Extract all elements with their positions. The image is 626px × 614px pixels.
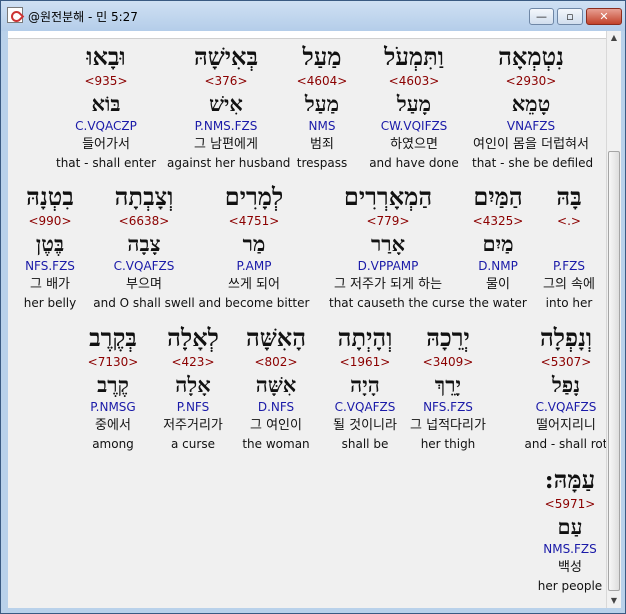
korean-gloss: 여인이 몸을 더럽혀서	[473, 137, 589, 152]
hebrew-root: עַם	[557, 514, 583, 539]
hebrew-word: הַמַּיִם	[473, 182, 523, 211]
hebrew-root: נָפַל	[551, 372, 581, 397]
english-gloss: among	[92, 437, 134, 451]
korean-gloss: 백성	[558, 560, 582, 575]
word-block[interactable]: עַמָּהּ: <5971> עַם NMS.FZS 백성 her people	[511, 464, 606, 594]
word-block[interactable]: בְּאִישָׁהּ <376> אִישׁ P.NMS.FZS 그 남편에게 agai…	[167, 41, 291, 171]
hebrew-word: נִטְמְאָה	[498, 42, 564, 71]
korean-gloss: 그 저주가 되게 하는	[333, 277, 443, 292]
korean-gloss: 그 남편에게	[194, 137, 258, 152]
english-gloss: that causeth the curse	[329, 296, 465, 310]
hebrew-root: אִישׁ	[209, 91, 243, 116]
korean-gloss: 그 배가	[29, 277, 70, 292]
app-window: @원전분해 - 민 5:27 — ▫ ✕ נִטְמְאָה <2930> טָמֵ…	[0, 0, 626, 614]
english-gloss: her people	[537, 579, 603, 593]
hebrew-word: בְּאִישָׁהּ	[193, 42, 259, 71]
hebrew-root: אָרַר	[370, 231, 406, 256]
strong-number[interactable]: <990>	[8, 213, 109, 230]
scroll-down-arrow-icon[interactable]: ▼	[608, 594, 620, 608]
scroll-up-arrow-icon[interactable]: ▲	[608, 31, 620, 45]
english-gloss: and become bitter	[198, 296, 310, 310]
hebrew-root: טָמֵא	[511, 91, 551, 116]
strong-number[interactable]: <4751>	[195, 213, 313, 230]
strong-number[interactable]: <935>	[47, 73, 165, 90]
korean-gloss: 물이	[486, 277, 510, 292]
english-gloss: her belly	[23, 296, 77, 310]
parsing-code: P.AMP	[236, 259, 272, 273]
strong-number[interactable]: <5307>	[507, 354, 606, 371]
maximize-button[interactable]: ▫	[557, 8, 583, 25]
window-title: @원전분해 - 민 5:27	[28, 10, 138, 24]
parsing-code: D.VPPAMP	[357, 259, 419, 273]
strong-number[interactable]: <4325>	[439, 213, 557, 230]
parsing-code: P.NMSG	[90, 400, 136, 414]
word-block[interactable]: הַמַּיִם <4325> מַיִם D.NMP 물이 the water	[439, 181, 557, 311]
parsing-code: VNAFZS	[506, 119, 556, 133]
english-gloss: that - she be defiled	[472, 156, 594, 170]
hebrew-word: עַמָּהּ:	[544, 465, 596, 494]
app-icon	[7, 7, 23, 23]
hebrew-word: בְּקֶרֶב	[89, 323, 137, 352]
english-gloss: and - shall rot	[524, 437, 606, 451]
verse-analysis-panel: נִטְמְאָה <2930> טָמֵא VNAFZS 여인이 몸을 더럽혀서 tha…	[8, 31, 606, 608]
parsing-code: P.NMS.FZS	[194, 119, 258, 133]
english-gloss: against her husband	[167, 156, 291, 170]
strong-number[interactable]: <376>	[167, 73, 285, 90]
title-bar[interactable]: @원전분해 - 민 5:27 — ▫ ✕	[1, 1, 625, 31]
strong-number[interactable]: <7130>	[54, 354, 172, 371]
word-block[interactable]: הַמְאָרְרִים <779> אָרַר D.VPPAMP 그 저주가 되게 하…	[329, 181, 465, 311]
parsing-code: NFS.FZS	[25, 259, 75, 273]
korean-gloss: 들어가서	[82, 137, 130, 152]
vertical-scrollbar[interactable]: ▲ ▼	[606, 31, 621, 608]
parsing-code: D.NMP	[478, 259, 518, 273]
hebrew-word: וְנָפְלָה	[539, 323, 593, 352]
word-block[interactable]: בִטְנָהּ <990> בֶּטֶן NFS.FZS 그 배가 her belly	[8, 181, 109, 311]
word-block[interactable]: לְמָרִים <4751> מַר P.AMP 쓰게 되어 and become bi…	[195, 181, 313, 311]
korean-gloss: 쓰게 되어	[228, 277, 280, 292]
korean-gloss: 떨어지리니	[536, 418, 596, 433]
hebrew-root: קֶרֶב	[97, 372, 129, 397]
word-block[interactable]: וְנָפְלָה <5307> נָפַל C.VQAFZS 떨어지리니 and - s…	[507, 322, 606, 452]
parsing-code: NMS.FZS	[543, 542, 597, 556]
scroll-thumb[interactable]	[608, 151, 620, 591]
hebrew-root: בֶּטֶן	[35, 231, 65, 256]
hebrew-root: מַיִם	[482, 231, 514, 256]
korean-gloss: 중에서	[95, 418, 131, 433]
minimize-button[interactable]: —	[529, 8, 554, 25]
close-button[interactable]: ✕	[586, 8, 622, 25]
word-block[interactable]: בְּקֶרֶב <7130> קֶרֶב P.NMSG 중에서 among	[54, 322, 172, 452]
english-gloss: that - shall enter	[55, 156, 157, 170]
strong-number[interactable]: <5971>	[511, 496, 606, 513]
hebrew-root: מַר	[242, 231, 266, 256]
hebrew-word: בִטְנָהּ	[26, 182, 74, 211]
hebrew-word: וּבָאוּ	[86, 42, 126, 71]
parsing-code: C.VQAFZS	[535, 400, 597, 414]
top-divider	[8, 31, 606, 39]
strong-number[interactable]: <2930>	[472, 73, 590, 90]
hebrew-word: הַמְאָרְרִים	[343, 182, 433, 211]
word-block[interactable]: וּבָאוּ <935> בּוֹא C.VQACZP 들어가서 that - shal…	[47, 41, 165, 171]
parsing-code: C.VQACZP	[75, 119, 137, 133]
strong-number[interactable]: <779>	[329, 213, 447, 230]
hebrew-root: בּוֹא	[91, 91, 121, 116]
word-block[interactable]: נִטְמְאָה <2930> טָמֵא VNAFZS 여인이 몸을 더럽혀서 tha…	[472, 41, 594, 171]
hebrew-word: לְמָרִים	[224, 182, 284, 211]
